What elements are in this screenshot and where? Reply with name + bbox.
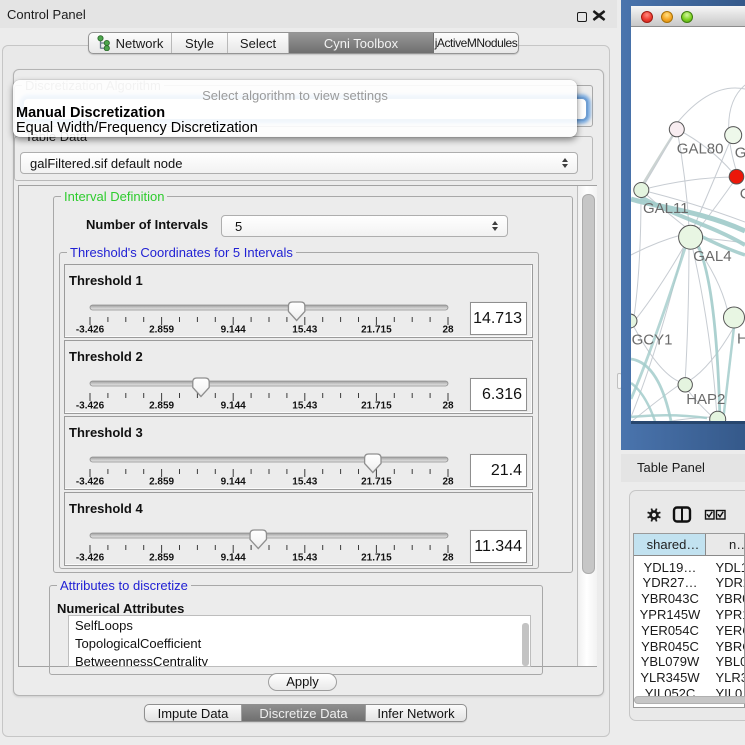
svg-text:HAP2: HAP2 xyxy=(686,391,725,408)
svg-text:21.715: 21.715 xyxy=(361,401,392,412)
svg-text:C: C xyxy=(740,186,745,203)
svg-text:21.715: 21.715 xyxy=(361,477,392,488)
svg-text:-3.426: -3.426 xyxy=(76,401,105,412)
svg-text:9.144: 9.144 xyxy=(221,401,246,412)
svg-text:15.43: 15.43 xyxy=(292,325,317,336)
svg-text:9.144: 9.144 xyxy=(221,477,246,488)
svg-text:GAL11: GAL11 xyxy=(643,200,689,217)
svg-text:-3.426: -3.426 xyxy=(76,553,105,564)
svg-text:28: 28 xyxy=(442,401,454,412)
svg-text:GA: GA xyxy=(735,144,745,161)
svg-text:2.859: 2.859 xyxy=(149,401,174,412)
svg-text:-3.426: -3.426 xyxy=(76,477,105,488)
svg-text:15.43: 15.43 xyxy=(292,553,317,564)
svg-text:-3.426: -3.426 xyxy=(76,325,105,336)
svg-text:28: 28 xyxy=(442,325,454,336)
svg-text:GAL80: GAL80 xyxy=(677,140,724,157)
svg-text:28: 28 xyxy=(442,477,454,488)
svg-text:21.715: 21.715 xyxy=(361,553,392,564)
svg-text:GCY1: GCY1 xyxy=(632,331,673,348)
svg-text:9.144: 9.144 xyxy=(221,553,246,564)
svg-text:GAL4: GAL4 xyxy=(693,248,731,265)
svg-text:9.144: 9.144 xyxy=(221,325,246,336)
svg-text:21.715: 21.715 xyxy=(361,325,392,336)
svg-text:H: H xyxy=(737,330,745,347)
svg-text:28: 28 xyxy=(442,553,454,564)
svg-text:2.859: 2.859 xyxy=(149,477,174,488)
svg-text:2.859: 2.859 xyxy=(149,325,174,336)
svg-text:15.43: 15.43 xyxy=(292,477,317,488)
svg-text:2.859: 2.859 xyxy=(149,553,174,564)
svg-text:15.43: 15.43 xyxy=(292,401,317,412)
